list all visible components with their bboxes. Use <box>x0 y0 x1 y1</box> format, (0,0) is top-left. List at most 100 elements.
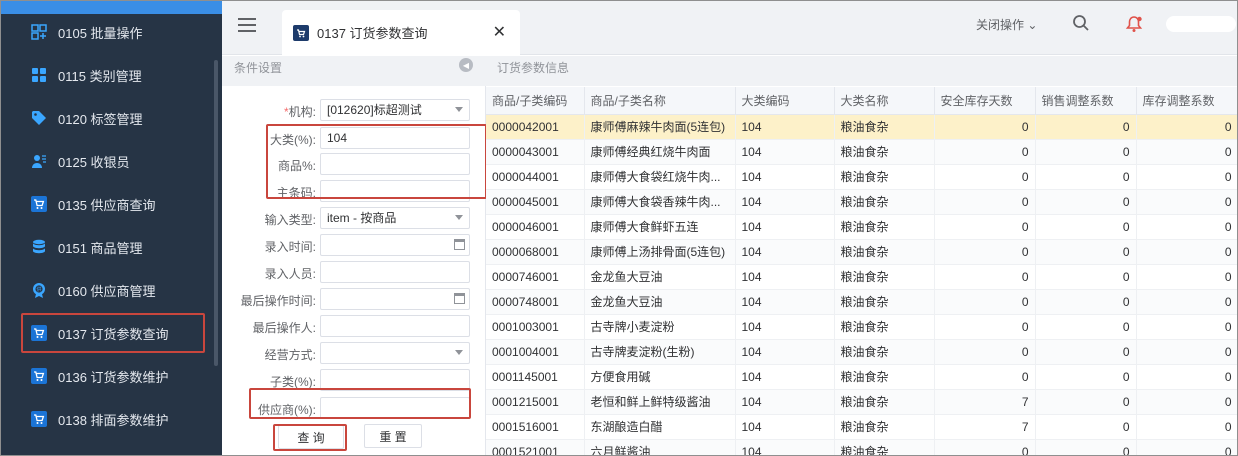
table-cell: 104 <box>735 114 835 140</box>
sidebar-item-label: 0120 标签管理 <box>58 111 143 127</box>
column-header[interactable]: 销售调整系数 <box>1035 87 1137 115</box>
tab-0137[interactable]: 0137 订货参数查询 ✕ <box>282 10 520 55</box>
sidebar-item-0136[interactable]: 0136 订货参数维护 <box>0 356 214 396</box>
sidebar-scrollbar[interactable] <box>214 60 218 366</box>
column-header[interactable]: 商品/子类编码 <box>486 87 585 115</box>
table-cell: 0000045001 <box>486 189 585 215</box>
column-header[interactable]: 大类名称 <box>834 87 935 115</box>
table-cell: 0 <box>1035 389 1137 415</box>
table-cell: 0 <box>934 139 1036 165</box>
sidebar-item-0138[interactable]: 0138 排面参数维护 <box>0 399 214 439</box>
sidebar-item-0135[interactable]: 0135 供应商查询 <box>0 184 214 224</box>
table-cell: 0 <box>1035 114 1137 140</box>
sidebar-item-0115[interactable]: 0115 类别管理 <box>0 55 214 95</box>
table-row[interactable]: 0001521001 六月鲜酱油 104 粮油食杂 0 0 0 <box>486 439 1238 456</box>
table-cell: 粮油食杂 <box>834 139 935 165</box>
table-cell: 0 <box>934 239 1036 265</box>
reset-button[interactable]: 重 置 <box>364 424 422 448</box>
table-row[interactable]: 0000068001 康师傅上汤排骨面(5连包) 104 粮油食杂 0 0 0 <box>486 239 1238 265</box>
table-cell: 104 <box>735 314 835 340</box>
search-icon[interactable] <box>1072 14 1090 35</box>
input-type-select[interactable]: item - 按商品 <box>320 207 470 229</box>
table-cell: 0 <box>1035 339 1137 365</box>
last-op-time-field[interactable] <box>320 288 470 310</box>
tag-icon <box>30 109 48 127</box>
table-cell: 粮油食杂 <box>834 414 935 440</box>
table-cell: 0 <box>934 314 1036 340</box>
table-cell: 粮油食杂 <box>834 214 935 240</box>
table-row[interactable]: 0000748001 金龙鱼大豆油 104 粮油食杂 0 0 0 <box>486 289 1238 315</box>
user-avatar[interactable] <box>1166 16 1236 32</box>
field-label: 最后操作时间: <box>241 292 316 309</box>
table-row[interactable]: 0001145001 方便食用碱 104 粮油食杂 0 0 0 <box>486 364 1238 390</box>
sidebar-item-0125[interactable]: 0125 收银员 <box>0 141 214 181</box>
table-cell: 粮油食杂 <box>834 264 935 290</box>
table-cell: 0000068001 <box>486 239 585 265</box>
table-row[interactable]: 0000746001 金龙鱼大豆油 104 粮油食杂 0 0 0 <box>486 264 1238 290</box>
table-cell: 0 <box>1035 189 1137 215</box>
sidebar-item-0151[interactable]: 0151 商品管理 <box>0 227 214 267</box>
field-label-text: 子类(%): <box>270 375 316 389</box>
table-row[interactable]: 0000046001 康师傅大食鲜虾五连 104 粮油食杂 0 0 0 <box>486 214 1238 240</box>
sidebar-item-label: 0125 收银员 <box>58 154 130 170</box>
table-cell: 0 <box>934 289 1036 315</box>
table-cell: 0 <box>1035 239 1137 265</box>
table-row[interactable]: 0001004001 古寺牌麦淀粉(生粉) 104 粮油食杂 0 0 0 <box>486 339 1238 365</box>
sidebar-item-0160[interactable]: 供 0160 供应商管理 <box>0 270 214 310</box>
bell-icon[interactable] <box>1124 14 1144 37</box>
entry-time-field[interactable] <box>320 234 470 256</box>
table-cell: 0000044001 <box>486 164 585 190</box>
tab-close-icon[interactable]: ✕ <box>493 22 506 42</box>
table-cell: 0 <box>1136 289 1238 315</box>
close-operations-dropdown[interactable]: 关闭操作 ⌄ <box>976 16 1037 33</box>
table-cell: 0 <box>1136 264 1238 290</box>
table-cell: 0 <box>1136 314 1238 340</box>
table-cell: 康师傅大食袋红烧牛肉... <box>584 164 736 190</box>
grid-panel-title: 订货参数信息 <box>497 61 570 75</box>
table-row[interactable]: 0000044001 康师傅大食袋红烧牛肉... 104 粮油食杂 0 0 0 <box>486 164 1238 190</box>
filter-row: 录入人员: <box>222 261 486 283</box>
table-cell: 0 <box>1035 214 1137 240</box>
column-header[interactable]: 安全库存天数 <box>934 87 1036 115</box>
table-cell: 104 <box>735 439 835 456</box>
table-row[interactable]: 0001003001 古寺牌小麦淀粉 104 粮油食杂 0 0 0 <box>486 314 1238 340</box>
table-cell: 0 <box>1136 114 1238 140</box>
field-label-text: 录入人员: <box>264 267 316 281</box>
table-cell: 0 <box>1136 214 1238 240</box>
table-cell: 0 <box>1136 139 1238 165</box>
column-header[interactable]: 大类编码 <box>735 87 835 115</box>
table-row[interactable]: 0001215001 老恒和鲜上鲜特级酱油 104 粮油食杂 7 0 0 <box>486 389 1238 415</box>
table-cell: 东湖酿造白醋 <box>584 414 736 440</box>
field-label-text: 录入时间: <box>264 240 316 254</box>
table-cell: 0000042001 <box>486 114 585 140</box>
table-cell: 0000046001 <box>486 214 585 240</box>
business-mode-select[interactable] <box>320 342 470 364</box>
chevron-down-icon <box>455 350 463 355</box>
table-cell: 粮油食杂 <box>834 389 935 415</box>
cart-icon <box>30 410 48 428</box>
last-op-user-field[interactable] <box>320 315 470 337</box>
menu-toggle-icon[interactable] <box>238 18 256 32</box>
chevron-down-icon <box>455 107 463 112</box>
sidebar-item-0105[interactable]: 0105 批量操作 <box>0 12 214 52</box>
table-row[interactable]: 0000045001 康师傅大食袋香辣牛肉... 104 粮油食杂 0 0 0 <box>486 189 1238 215</box>
table-cell: 0000746001 <box>486 264 585 290</box>
column-header[interactable]: 库存调整系数 <box>1136 87 1238 115</box>
table-row[interactable]: 0000043001 康师傅经典红烧牛肉面 104 粮油食杂 0 0 0 <box>486 139 1238 165</box>
field-label-text: 最后操作人: <box>252 321 316 335</box>
table-cell: 104 <box>735 164 835 190</box>
table-cell: 0000748001 <box>486 289 585 315</box>
collapse-icon[interactable]: ◀ <box>459 58 473 72</box>
table-cell: 104 <box>735 214 835 240</box>
annotation-highlight-box <box>273 424 347 451</box>
table-row[interactable]: 0001516001 东湖酿造白醋 104 粮油食杂 7 0 0 <box>486 414 1238 440</box>
table-cell: 0 <box>1136 364 1238 390</box>
sidebar-item-0120[interactable]: 0120 标签管理 <box>0 98 214 138</box>
table-row[interactable]: 0000042001 康师傅麻辣牛肉面(5连包) 104 粮油食杂 0 0 0 <box>486 114 1238 140</box>
entry-user-field[interactable] <box>320 261 470 283</box>
column-header[interactable]: 商品/子类名称 <box>584 87 736 115</box>
org-select[interactable]: [012620]标超测试 <box>320 99 470 121</box>
table-cell: 0 <box>1136 414 1238 440</box>
filter-panel-title: 条件设置 <box>234 61 283 75</box>
table-cell: 0 <box>1136 239 1238 265</box>
